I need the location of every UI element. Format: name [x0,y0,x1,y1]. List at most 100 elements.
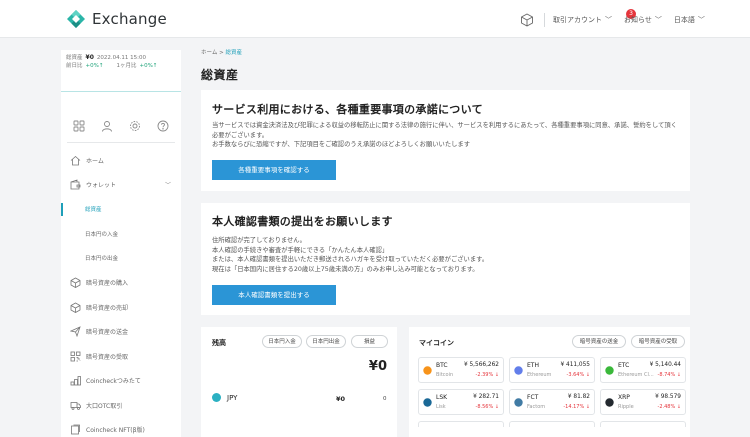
sidebar-item-label: 暗号資産の購入 [86,280,129,288]
jpy-row[interactable]: JPY [212,393,237,402]
change-value: +0%↑ [85,63,104,69]
account-label: 取引アカウント [553,16,602,24]
balance-card: 残高 日本円入金 日本円出金 損益 ¥0 JPY ¥0 0 [201,327,397,437]
sidebar-item-label: 大口OTC取引 [86,402,123,410]
breadcrumb-separator: > [219,50,224,56]
kyc-line: 本人確認の手続きや審査が手軽にできる「かんたん本人確認」 [212,246,389,254]
page-title: 総資産 [201,68,239,82]
sidebar-item-sell-crypto[interactable]: 暗号資産の売却 [61,295,181,320]
sidebar-item-label: ウォレット [86,182,117,190]
sidebar-item-jpy-withdraw[interactable]: 日本円の出金 [61,246,181,271]
truck-icon [70,401,81,410]
cube-icon[interactable] [520,13,534,27]
fct-icon [514,398,523,407]
etc-icon [605,366,614,375]
coin-tile[interactable] [509,421,595,427]
coin-symbol: LSK [436,394,448,401]
coin-tile-xrp[interactable]: XRP Ripple ¥ 98.579 -2.48% ↓ [600,389,686,415]
coin-tile-lsk[interactable]: LSK Lisk ¥ 282.71 -8.56% ↓ [418,389,504,415]
chevron-down-icon: ﹀ [605,16,612,24]
notice-body-2: お手数ならびに恐縮ですが、下記項目をご確認のうえ承諾のほどよろしくお願いいたしま… [212,141,471,148]
top-navigation-bar: Exchange 取引アカウント ﹀ 3 お知らせ ﹀ 日本語 ﹀ [0,0,750,38]
grid-icon[interactable] [73,120,85,132]
coin-price: ¥ 5,566,262 [463,362,499,368]
nft-icon [71,424,80,435]
send-crypto-button[interactable]: 暗号資産の送金 [572,335,626,348]
divider [67,142,175,143]
my-coins-card: マイコイン 暗号資産の送金 暗号資産の受取 BTC Bitcoin ¥ 5,566,… [409,327,690,437]
coin-name: Lisk [436,404,446,410]
prev-label: 1ヶ月比 [116,63,137,69]
kyc-line: 現在は「日本国内に居住する20歳以上75歳未満の方」のみお申し込み可能となってお… [212,265,479,273]
home-icon [70,155,81,166]
notice-title: サービス利用における、各種重要事項の承諾について [212,103,483,116]
help-icon[interactable] [157,120,169,132]
wallet-icon [70,179,81,190]
sidebar-item-label: 日本円の入金 [85,231,119,238]
coin-price: ¥ 282.71 [473,394,499,400]
chevron-down-icon: ﹀ [654,16,662,24]
brand-logo[interactable]: Exchange [66,9,167,29]
notices-label: お知らせ [624,16,652,24]
sidebar-item-tsumitate[interactable]: Coincheckつみたて [61,369,181,394]
coin-tile[interactable] [600,421,686,427]
balance-title: 残高 [212,339,226,347]
sidebar-item-send-crypto[interactable]: 暗号資産の送金 [61,320,181,345]
profit-loss-button[interactable]: 損益 [351,335,388,348]
coin-tile-etc[interactable]: ETC Ethereum Cl... ¥ 5,140.44 -8.74% ↓ [600,357,686,383]
coin-price: ¥ 98.579 [655,394,681,400]
send-icon [70,326,81,338]
coin-symbol: XRP [618,394,630,401]
sidebar-item-buy-crypto[interactable]: 暗号資産の購入 [61,271,181,296]
kyc-line: 住所確認が完了しておりません。 [212,237,306,244]
user-icon[interactable] [101,120,113,132]
coin-tile[interactable] [418,421,504,427]
sidebar-item-nft[interactable]: Coincheck NFT(β版) [61,418,181,437]
account-menu[interactable]: 取引アカウント ﹀ 3 [553,9,636,25]
total-value: ¥0 [85,54,94,61]
sidebar-item-label: 暗号資産の売却 [86,304,129,312]
sidebar-item-label: ホーム [86,157,104,165]
eth-icon [514,366,523,375]
identity-verification-card: 本人確認書類の提出をお願いします 住所確認が完了しておりません。 本人確認の手続… [201,203,690,315]
cube-icon [70,277,81,289]
jpy-deposit-button[interactable]: 日本円入金 [262,335,302,348]
sidebar-item-total-assets[interactable]: 総資産 [61,197,181,222]
kyc-title: 本人確認書類の提出をお願いします [212,215,393,228]
cube-icon [70,302,81,313]
prev-value: +0%↑ [139,63,158,69]
coin-name: Ethereum [527,372,552,378]
breadcrumb: ホーム > 総資産 [201,48,242,56]
language-menu[interactable]: 日本語 ﹀ [674,15,705,25]
sidebar-item-receive-crypto[interactable]: 暗号資産の受取 [61,344,181,369]
receive-crypto-button[interactable]: 暗号資産の受取 [631,335,685,348]
breadcrumb-home[interactable]: ホーム [201,50,217,56]
coin-change: -2.39% ↓ [475,372,499,378]
sidebar-item-otc[interactable]: 大口OTC取引 [61,393,181,418]
sidebar-item-home[interactable]: ホーム [61,148,181,173]
yen-icon [212,393,221,402]
coin-grid: BTC Bitcoin ¥ 5,566,262 -2.39% ↓ ETH Ethereum… [418,357,686,427]
coin-name: Bitcoin [436,372,454,378]
coin-symbol: ETH [527,362,539,369]
btc-icon [423,366,432,375]
summary-date: 2022.04.11 15:00 [96,55,146,61]
qr-code-icon [70,351,81,362]
coin-symbol: BTC [436,362,448,369]
sidebar-item-wallet[interactable]: ウォレット ﹀ [61,173,181,198]
language-label: 日本語 [673,16,695,24]
confirm-important-items-button[interactable]: 各種重要事項を確認する [212,160,336,180]
gear-icon[interactable] [129,120,141,132]
coin-price: ¥ 81.82 [567,394,590,400]
jpy-withdraw-button[interactable]: 日本円出金 [306,335,346,348]
coin-symbol: ETC [618,362,630,369]
coin-tile-btc[interactable]: BTC Bitcoin ¥ 5,566,262 -2.39% ↓ [418,357,504,383]
coin-tile-eth[interactable]: ETH Ethereum ¥ 411,055 -3.64% ↓ [509,357,595,383]
asset-summary: 総資産 ¥0 2022.04.11 15:00 前日比 +0%↑ 1ヶ月比 +0… [61,50,181,92]
submit-id-documents-button[interactable]: 本人確認書類を提出する [212,285,336,305]
sidebar-item-label: 暗号資産の受取 [86,353,129,361]
notices-menu[interactable]: お知らせ ﹀ [624,15,662,25]
coin-tile-fct[interactable]: FCT Factom ¥ 81.82 -14.17% ↓ [509,389,595,415]
coin-change: -3.64% ↓ [566,372,590,378]
sidebar-item-jpy-deposit[interactable]: 日本円の入金 [61,222,181,247]
